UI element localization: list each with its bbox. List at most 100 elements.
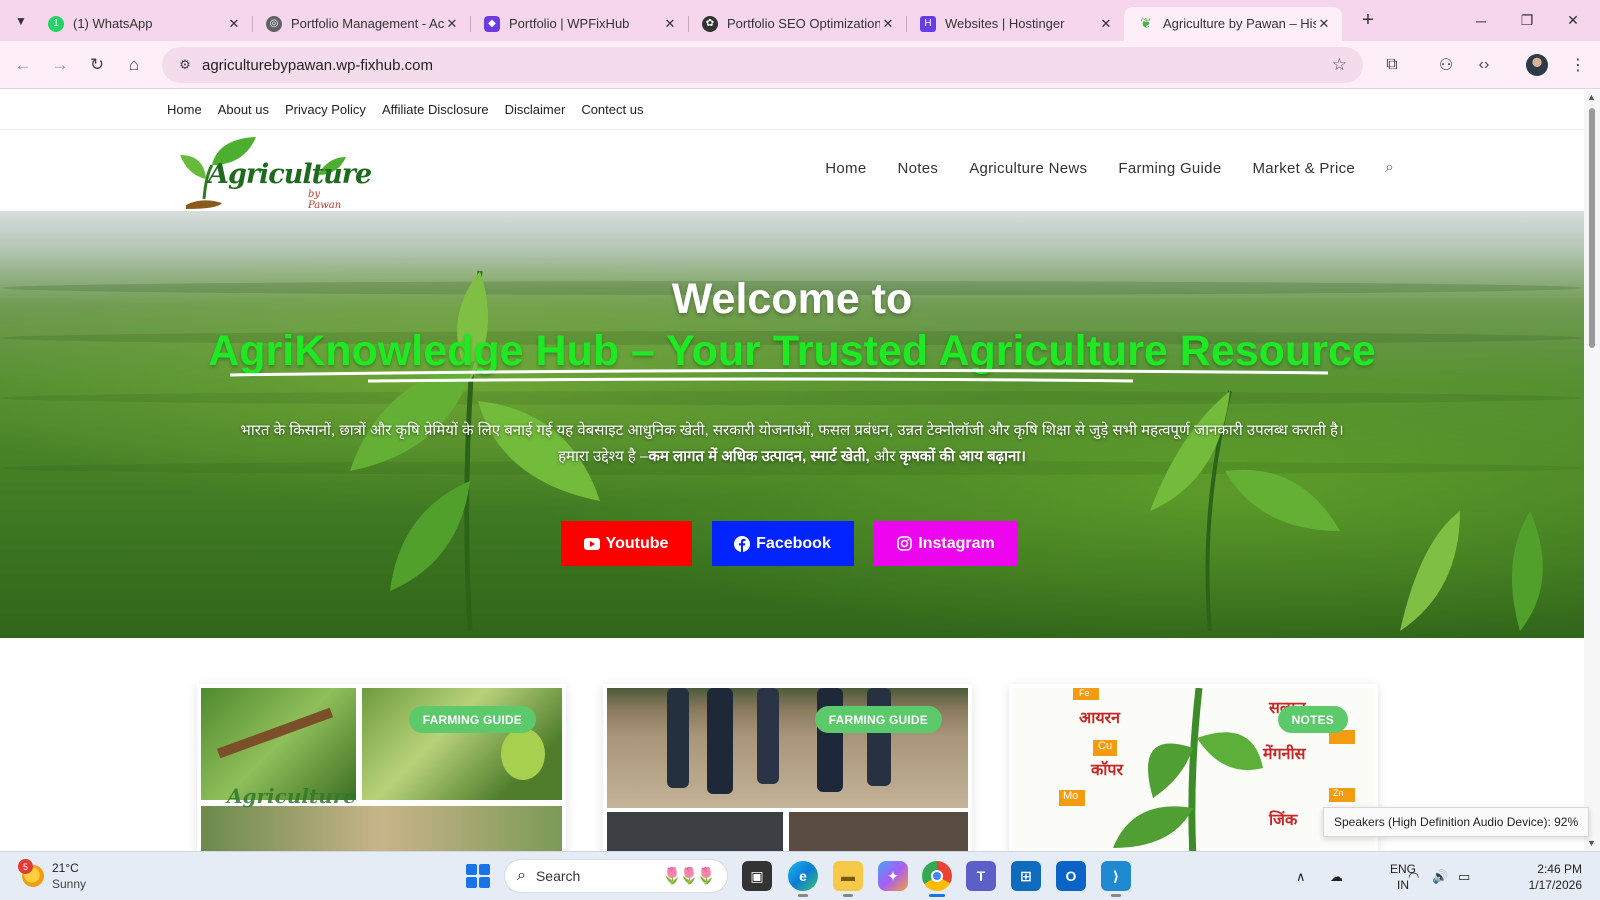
- close-icon[interactable]: ✕: [1316, 16, 1332, 32]
- instagram-icon: [896, 536, 912, 552]
- nav-notes[interactable]: Notes: [898, 160, 939, 177]
- tray-overflow-icon[interactable]: ∧: [1296, 852, 1306, 900]
- tab-title: Websites | Hostinger: [945, 16, 1065, 31]
- browser-toolbar: ← → ↻ ⌂ ⚙ agriculturebypawan.wp-fixhub.c…: [0, 41, 1600, 89]
- card-label: आयरन: [1079, 710, 1121, 727]
- search-icon: ⌕: [517, 867, 526, 884]
- tab-whatsapp[interactable]: 1 (1) WhatsApp ✕: [34, 7, 252, 41]
- tab-search-button[interactable]: ▼: [8, 8, 34, 34]
- edge-icon[interactable]: e: [788, 861, 818, 897]
- address-bar[interactable]: ⚙ agriculturebypawan.wp-fixhub.com ☆: [162, 47, 1363, 83]
- nav-agriculture-news[interactable]: Agriculture News: [969, 160, 1087, 177]
- reload-button[interactable]: ↻: [79, 47, 115, 83]
- close-icon[interactable]: ✕: [444, 16, 460, 32]
- close-icon[interactable]: ✕: [1098, 16, 1114, 32]
- top-menu-affiliate[interactable]: Affiliate Disclosure: [382, 102, 489, 117]
- youtube-button[interactable]: Youtube: [560, 521, 692, 566]
- notification-badge: 5: [18, 859, 33, 874]
- scroll-up-icon[interactable]: ▲: [1587, 92, 1596, 102]
- nav-market-price[interactable]: Market & Price: [1252, 160, 1355, 177]
- taskbar-search[interactable]: ⌕ Search 🌷🌷🌷: [504, 859, 728, 893]
- restore-icon: ❐: [1520, 12, 1534, 28]
- tab-title: Portfolio | WPFixHub: [509, 16, 630, 31]
- close-icon[interactable]: ✕: [226, 16, 242, 32]
- tab-hostinger[interactable]: H Websites | Hostinger ✕: [906, 7, 1124, 41]
- category-badge[interactable]: FARMING GUIDE: [814, 706, 942, 733]
- menu-kebab-icon[interactable]: ⋮: [1560, 47, 1596, 83]
- logo-wordmark: Agriculture: [208, 159, 372, 190]
- top-menu-disclaimer[interactable]: Disclaimer: [505, 102, 566, 117]
- system-clock[interactable]: 2:46 PM 1/17/2026: [1512, 861, 1582, 893]
- card-label: जिंक: [1269, 812, 1298, 829]
- top-menu-home[interactable]: Home: [167, 102, 202, 117]
- plus-icon: +: [1362, 9, 1374, 31]
- clock-time: 2:46 PM: [1537, 862, 1582, 876]
- close-icon: ✕: [1567, 12, 1579, 28]
- task-view-icon[interactable]: ▣: [742, 861, 772, 891]
- close-icon[interactable]: ✕: [662, 16, 678, 32]
- nav-farming-guide[interactable]: Farming Guide: [1118, 160, 1221, 177]
- tab-portfolio-seo[interactable]: ✿ Portfolio SEO Optimization ✕: [688, 7, 906, 41]
- vscode-icon[interactable]: ⟩: [1101, 861, 1131, 897]
- top-menu-privacy[interactable]: Privacy Policy: [285, 102, 366, 117]
- page-scrollbar[interactable]: ▲ ▼: [1584, 90, 1600, 851]
- incognito-icon[interactable]: ⚇: [1428, 47, 1464, 83]
- battery-icon[interactable]: ▭: [1458, 852, 1470, 900]
- copilot-icon[interactable]: ✦: [878, 861, 908, 891]
- outlook-icon[interactable]: O: [1056, 861, 1086, 891]
- desc-mid: और: [869, 448, 900, 465]
- weather-widget[interactable]: 5 21°C Sunny: [18, 859, 86, 892]
- store-icon[interactable]: ⊞: [1011, 861, 1041, 891]
- instagram-label: Instagram: [918, 534, 995, 552]
- site-logo[interactable]: Agriculture by Pawan: [178, 135, 372, 211]
- nav-home[interactable]: Home: [825, 160, 866, 177]
- extensions-icon[interactable]: ⧉: [1374, 47, 1410, 83]
- tab-agriculture[interactable]: ❦ Agriculture by Pawan – His ✕: [1124, 6, 1342, 41]
- category-badge[interactable]: NOTES: [1277, 706, 1348, 733]
- weather-text: 21°C Sunny: [52, 860, 86, 892]
- desc-prefix: हमारा उद्देश्य है –: [558, 448, 649, 465]
- tab-title: Portfolio SEO Optimization: [727, 16, 880, 31]
- scroll-down-icon[interactable]: ▼: [1587, 838, 1596, 848]
- cloud-icon[interactable]: ☁: [1330, 852, 1343, 900]
- top-menu-about[interactable]: About us: [218, 102, 269, 117]
- minimize-button[interactable]: ─: [1458, 0, 1504, 41]
- sun-icon: 5: [18, 859, 44, 887]
- instagram-button[interactable]: Instagram: [873, 521, 1018, 566]
- top-menu: Home About us Privacy Policy Affiliate D…: [0, 90, 1584, 130]
- back-button[interactable]: ←: [5, 47, 41, 83]
- globe-icon: ◎: [266, 15, 282, 32]
- top-menu-contact[interactable]: Contect us: [581, 102, 643, 117]
- weather-temp: 21°C: [52, 861, 79, 875]
- site-settings-icon[interactable]: ⚙: [170, 57, 200, 73]
- profile-avatar[interactable]: [1526, 54, 1548, 76]
- scrollbar-thumb[interactable]: [1589, 108, 1595, 348]
- chrome-icon[interactable]: [922, 861, 952, 897]
- volume-icon[interactable]: 🔊: [1432, 852, 1448, 900]
- tab-portfolio-wpfixhub[interactable]: ◆ Portfolio | WPFixHub ✕: [470, 7, 688, 41]
- start-button[interactable]: [466, 864, 490, 888]
- tab-portfolio-management[interactable]: ◎ Portfolio Management - Ac ✕: [252, 7, 470, 41]
- devtools-code-icon[interactable]: ‹›: [1466, 47, 1502, 83]
- category-badge[interactable]: FARMING GUIDE: [408, 706, 536, 733]
- close-window-button[interactable]: ✕: [1550, 0, 1596, 41]
- search-placeholder: Search: [535, 868, 581, 884]
- tab-title: Agriculture by Pawan – His: [1163, 16, 1316, 31]
- close-icon[interactable]: ✕: [880, 16, 896, 32]
- post-card[interactable]: FARMING GUIDE: [603, 684, 972, 851]
- facebook-button[interactable]: Facebook: [711, 521, 854, 566]
- bookmark-star-icon[interactable]: ☆: [1332, 55, 1347, 75]
- teams-icon[interactable]: T: [966, 861, 996, 891]
- forward-button[interactable]: →: [42, 47, 78, 83]
- post-card[interactable]: Agriculture FARMING GUIDE: [197, 684, 566, 851]
- restore-button[interactable]: ❐: [1504, 0, 1550, 41]
- home-button[interactable]: ⌂: [116, 47, 152, 83]
- file-explorer-icon[interactable]: ▬: [833, 861, 863, 897]
- desc-bold2: कृषकों की आय बढ़ाना।: [899, 448, 1026, 465]
- new-tab-button[interactable]: +: [1354, 7, 1382, 35]
- search-icon[interactable]: ⌕: [1385, 159, 1394, 177]
- url-text[interactable]: agriculturebypawan.wp-fixhub.com: [202, 57, 433, 74]
- wifi-icon[interactable]: ◠: [1408, 852, 1419, 900]
- card-watermark: Agriculture: [227, 784, 356, 808]
- chevron-down-icon: ▼: [15, 13, 27, 28]
